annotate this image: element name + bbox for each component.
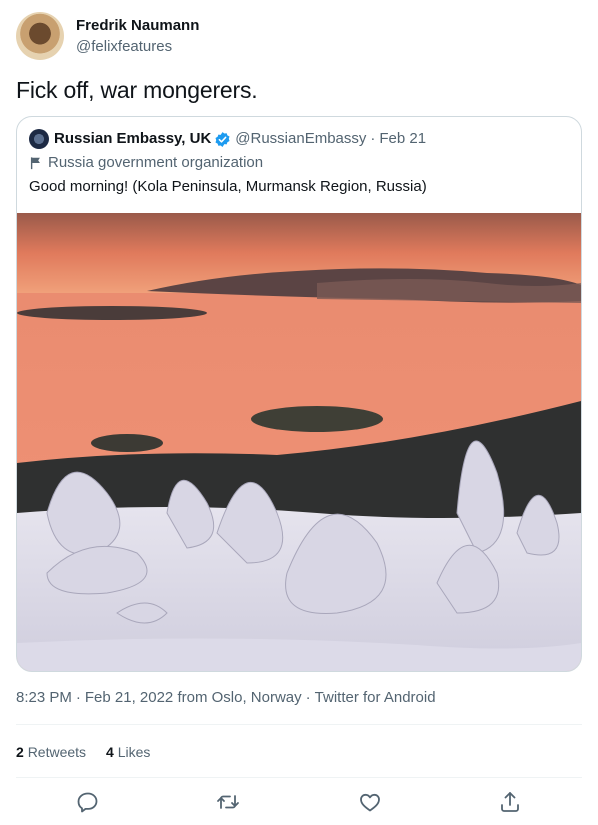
- tweet-stats: 2 Retweets 4 Likes: [16, 742, 170, 762]
- government-label: Russia government organization: [29, 153, 263, 173]
- tweet-client[interactable]: Twitter for Android: [315, 689, 436, 706]
- quoted-author-handle: @RussianEmbassy: [235, 130, 367, 147]
- quoted-author-name: Russian Embassy, UK: [54, 130, 212, 147]
- author-handle[interactable]: @felixfeatures: [76, 37, 199, 57]
- retweets-label: Retweets: [27, 744, 87, 760]
- verified-badge-icon: [215, 131, 230, 147]
- separator-dot: ·: [305, 689, 311, 706]
- likes-count: 4: [106, 744, 114, 760]
- like-button[interactable]: [358, 790, 382, 814]
- quoted-tweet-header: Russian Embassy, UK @RussianEmbassy · Fe…: [29, 129, 426, 149]
- quoted-tweet[interactable]: Russian Embassy, UK @RussianEmbassy · Fe…: [16, 116, 582, 672]
- retweets-count: 2: [16, 744, 24, 760]
- tweet-text: Fick off, war mongerers.: [16, 77, 258, 103]
- likes-stat[interactable]: 4 Likes: [106, 742, 150, 762]
- retweet-button[interactable]: [216, 790, 240, 814]
- quoted-date: Feb 21: [379, 130, 427, 147]
- quoted-photo[interactable]: [17, 213, 581, 671]
- tweet-time[interactable]: 8:23 PM: [16, 689, 72, 706]
- divider: [16, 724, 582, 725]
- tweet-author: Fredrik Naumann @felixfeatures: [16, 12, 199, 60]
- tweet-location: from Oslo, Norway: [177, 689, 302, 706]
- divider: [16, 777, 582, 778]
- tweet-actions: [16, 788, 582, 816]
- share-button[interactable]: [498, 790, 522, 814]
- tweet-date[interactable]: Feb 21, 2022: [85, 689, 173, 706]
- author-names: Fredrik Naumann @felixfeatures: [76, 16, 199, 57]
- quoted-text: Good morning! (Kola Peninsula, Murmansk …: [29, 178, 427, 195]
- tweet-meta: 8:23 PM · Feb 21, 2022 from Oslo, Norway · T…: [16, 688, 436, 708]
- reply-icon: [77, 792, 98, 813]
- separator-dot: ·: [75, 689, 81, 706]
- retweets-stat[interactable]: 2 Retweets: [16, 742, 86, 762]
- flag-icon: [30, 157, 40, 170]
- like-icon: [360, 793, 380, 812]
- retweet-icon: [217, 795, 239, 809]
- reply-button[interactable]: [76, 790, 100, 814]
- separator-dot: ·: [370, 130, 376, 147]
- author-name[interactable]: Fredrik Naumann: [76, 16, 199, 36]
- likes-label: Likes: [117, 744, 151, 760]
- embassy-avatar: [29, 129, 49, 149]
- government-label-text: Russia government organization: [48, 154, 264, 171]
- avatar[interactable]: [16, 12, 64, 60]
- share-icon: [501, 792, 519, 812]
